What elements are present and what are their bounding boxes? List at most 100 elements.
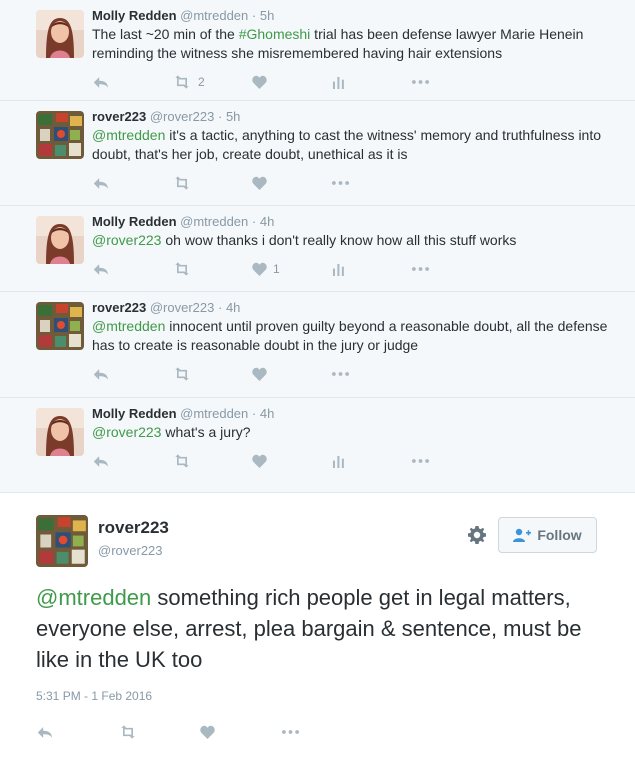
retweet-button[interactable] <box>118 725 200 739</box>
avatar[interactable] <box>36 302 84 350</box>
mention-link[interactable]: @mtredden <box>92 318 165 334</box>
author-name[interactable]: rover223 <box>92 109 146 124</box>
author-name[interactable]: Molly Redden <box>92 406 177 421</box>
heart-icon <box>252 176 267 190</box>
like-button[interactable] <box>252 176 332 190</box>
like-button[interactable] <box>252 367 332 381</box>
tweet-time[interactable]: 5h <box>260 8 274 23</box>
analytics-icon <box>332 263 345 276</box>
tweet-header: Molly Redden @mtredden · 4h <box>92 214 275 229</box>
hashtag-link[interactable]: #Ghomeshi <box>239 26 311 42</box>
conversation-thread: Molly Redden @mtredden · 5h The last ~20… <box>0 0 635 493</box>
mention-link[interactable]: @mtredden <box>92 127 165 143</box>
mention-link[interactable]: @mtredden <box>36 585 151 610</box>
tweet-text: @rover223 what's a jury? <box>92 423 625 442</box>
heart-icon <box>252 262 267 276</box>
analytics-button[interactable] <box>332 263 412 276</box>
reply-icon <box>92 262 110 277</box>
reply-button[interactable] <box>92 262 172 277</box>
reply-icon <box>92 176 110 191</box>
author-handle[interactable]: @mtredden <box>180 214 248 229</box>
retweet-icon <box>172 176 192 190</box>
tweet-time[interactable]: 5h <box>226 109 240 124</box>
author-name[interactable]: Molly Redden <box>92 214 177 229</box>
tweet-timestamp[interactable]: 5:31 PM - 1 Feb 2016 <box>36 689 152 703</box>
tweet-text: @mtredden it's a tactic, anything to cas… <box>92 126 625 164</box>
avatar[interactable] <box>36 111 84 159</box>
tweet-text-part: innocent until proven guilty beyond a re… <box>92 318 608 353</box>
reply-icon <box>92 454 110 469</box>
retweet-button[interactable] <box>172 367 252 381</box>
tweet-text-part: The last ~20 min of the <box>92 26 239 42</box>
author-handle[interactable]: @rover223 <box>98 543 163 558</box>
more-icon <box>332 372 349 376</box>
tweet-actions: 1 <box>92 254 625 284</box>
reply-icon <box>36 725 54 740</box>
tweet-actions <box>92 446 625 476</box>
avatar[interactable] <box>36 216 84 264</box>
like-button[interactable] <box>252 454 332 468</box>
tweet-time[interactable]: 4h <box>226 300 240 315</box>
thread-tweet[interactable]: rover223 @rover223 · 5h @mtredden it's a… <box>0 101 635 206</box>
avatar[interactable] <box>36 515 88 567</box>
reply-button[interactable] <box>92 75 172 90</box>
thread-tweet[interactable]: rover223 @rover223 · 4h @mtredden innoce… <box>0 292 635 398</box>
tweet-text-part: oh wow thanks i don't really know how al… <box>161 232 517 248</box>
tweet-time[interactable]: 4h <box>260 214 274 229</box>
author-handle[interactable]: @mtredden <box>180 406 248 421</box>
tweet-header: rover223 @rover223 · 5h <box>92 109 241 124</box>
analytics-icon <box>332 76 345 89</box>
avatar[interactable] <box>36 10 84 58</box>
mention-link[interactable]: @rover223 <box>92 232 161 248</box>
heart-icon <box>252 454 267 468</box>
like-count: 1 <box>273 262 280 276</box>
avatar[interactable] <box>36 408 84 456</box>
more-button[interactable] <box>412 459 492 463</box>
gear-icon[interactable] <box>468 526 486 544</box>
more-button[interactable] <box>332 372 412 376</box>
reply-icon <box>92 367 110 382</box>
tweet-actions <box>92 359 625 389</box>
reply-button[interactable] <box>92 367 172 382</box>
tweet-text-part: what's a jury? <box>161 424 251 440</box>
reply-button[interactable] <box>36 725 118 740</box>
thread-tweet[interactable]: Molly Redden @mtredden · 4h @rover223 wh… <box>0 398 635 493</box>
retweet-icon <box>172 75 192 89</box>
mention-link[interactable]: @rover223 <box>92 424 161 440</box>
more-button[interactable] <box>412 267 492 271</box>
more-icon <box>412 80 429 84</box>
author-handle[interactable]: @rover223 <box>150 109 215 124</box>
author-handle[interactable]: @mtredden <box>180 8 248 23</box>
add-user-icon <box>513 528 532 542</box>
analytics-button[interactable] <box>332 76 412 89</box>
tweet-actions <box>92 168 625 198</box>
like-button[interactable]: 1 <box>252 262 332 276</box>
tweet-header: rover223 @rover223 · 4h <box>92 300 241 315</box>
like-button[interactable] <box>252 75 332 89</box>
author-handle[interactable]: @rover223 <box>150 300 215 315</box>
more-button[interactable] <box>332 181 412 185</box>
reply-button[interactable] <box>92 176 172 191</box>
tweet-text: The last ~20 min of the #Ghomeshi trial … <box>92 25 625 63</box>
tweet-text: @mtredden innocent until proven guilty b… <box>92 317 625 355</box>
retweet-icon <box>172 262 192 276</box>
tweet-time[interactable]: 4h <box>260 406 274 421</box>
more-icon <box>412 267 429 271</box>
retweet-button[interactable] <box>172 454 252 468</box>
retweet-button[interactable] <box>172 262 252 276</box>
retweet-button[interactable] <box>172 176 252 190</box>
thread-tweet[interactable]: Molly Redden @mtredden · 4h @rover223 oh… <box>0 206 635 292</box>
follow-button[interactable]: Follow <box>498 517 597 553</box>
analytics-button[interactable] <box>332 455 412 468</box>
like-button[interactable] <box>200 725 282 739</box>
tweet-text: @rover223 oh wow thanks i don't really k… <box>92 231 625 250</box>
author-name[interactable]: rover223 <box>92 300 146 315</box>
retweet-button[interactable]: 2 <box>172 75 252 89</box>
more-button[interactable] <box>412 80 492 84</box>
author-name[interactable]: rover223 <box>98 518 169 538</box>
author-name[interactable]: Molly Redden <box>92 8 177 23</box>
more-button[interactable] <box>282 730 364 734</box>
follow-label: Follow <box>537 527 582 543</box>
reply-button[interactable] <box>92 454 172 469</box>
thread-tweet[interactable]: Molly Redden @mtredden · 5h The last ~20… <box>0 0 635 101</box>
